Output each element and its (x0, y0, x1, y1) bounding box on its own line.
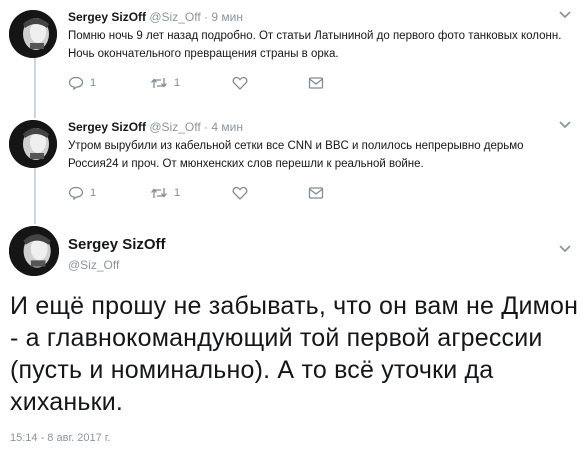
main-tweet-text: И ещё прошу не забывать, что он вам не Д… (10, 292, 579, 416)
tweet-header: Sergey SizOff @Siz_Off · 4 мин (68, 120, 243, 134)
reply-button[interactable]: 1 (68, 186, 96, 200)
author-handle[interactable]: @Siz_Off (149, 120, 200, 134)
avatar-image (9, 10, 57, 58)
chevron-down-icon[interactable] (558, 10, 572, 20)
retweet-icon (151, 188, 167, 198)
retweet-button[interactable]: 1 (150, 186, 180, 200)
author-handle[interactable]: @Siz_Off (149, 10, 200, 24)
chevron-down-icon[interactable] (558, 244, 572, 254)
author-name[interactable]: Sergey SizOff (68, 120, 146, 134)
tweet-text: Помню ночь 9 лет назад подробно. От стат… (68, 30, 562, 60)
dm-button[interactable] (308, 76, 324, 90)
avatar[interactable] (9, 120, 57, 168)
reply-count: 1 (90, 77, 97, 89)
tweet-text: Утром вырубили из кабельной сетки все CN… (68, 140, 524, 170)
reply-icon (68, 76, 84, 90)
main-author-handle[interactable]: @Siz_Off (68, 258, 119, 272)
tweet-header: Sergey SizOff @Siz_Off · 9 мин (68, 10, 243, 24)
tweet-1[interactable]: Sergey SizOff @Siz_Off · 9 мин Помню ноч… (0, 0, 586, 110)
tweet-time[interactable]: · 9 мин (204, 10, 243, 24)
retweet-button[interactable]: 1 (150, 76, 180, 90)
tweet-actions: 1 1 (68, 76, 368, 92)
tweet-actions: 1 1 (68, 186, 368, 202)
dm-button[interactable] (308, 186, 324, 200)
avatar-image (9, 226, 59, 276)
dm-icon (308, 77, 324, 89)
main-avatar[interactable] (9, 226, 59, 276)
avatar-image (9, 120, 57, 168)
main-timestamp[interactable]: 15:14 - 8 авг. 2017 г. (10, 432, 110, 444)
retweet-count: 1 (174, 187, 181, 199)
like-icon (232, 186, 248, 200)
chevron-down-icon[interactable] (558, 120, 572, 130)
reply-icon (68, 186, 84, 200)
like-button[interactable] (232, 76, 248, 90)
reply-count: 1 (90, 187, 97, 199)
tweet-2[interactable]: Sergey SizOff @Siz_Off · 4 мин Утром выр… (0, 110, 586, 220)
reply-button[interactable]: 1 (68, 76, 96, 90)
retweet-count: 1 (174, 77, 181, 89)
author-name[interactable]: Sergey SizOff (68, 10, 146, 24)
tweet-time[interactable]: · 4 мин (204, 120, 243, 134)
main-author-name[interactable]: Sergey SizOff (68, 236, 166, 253)
retweet-icon (151, 78, 167, 88)
avatar[interactable] (9, 10, 57, 58)
dm-icon (308, 187, 324, 199)
like-button[interactable] (232, 186, 248, 200)
like-icon (232, 76, 248, 90)
